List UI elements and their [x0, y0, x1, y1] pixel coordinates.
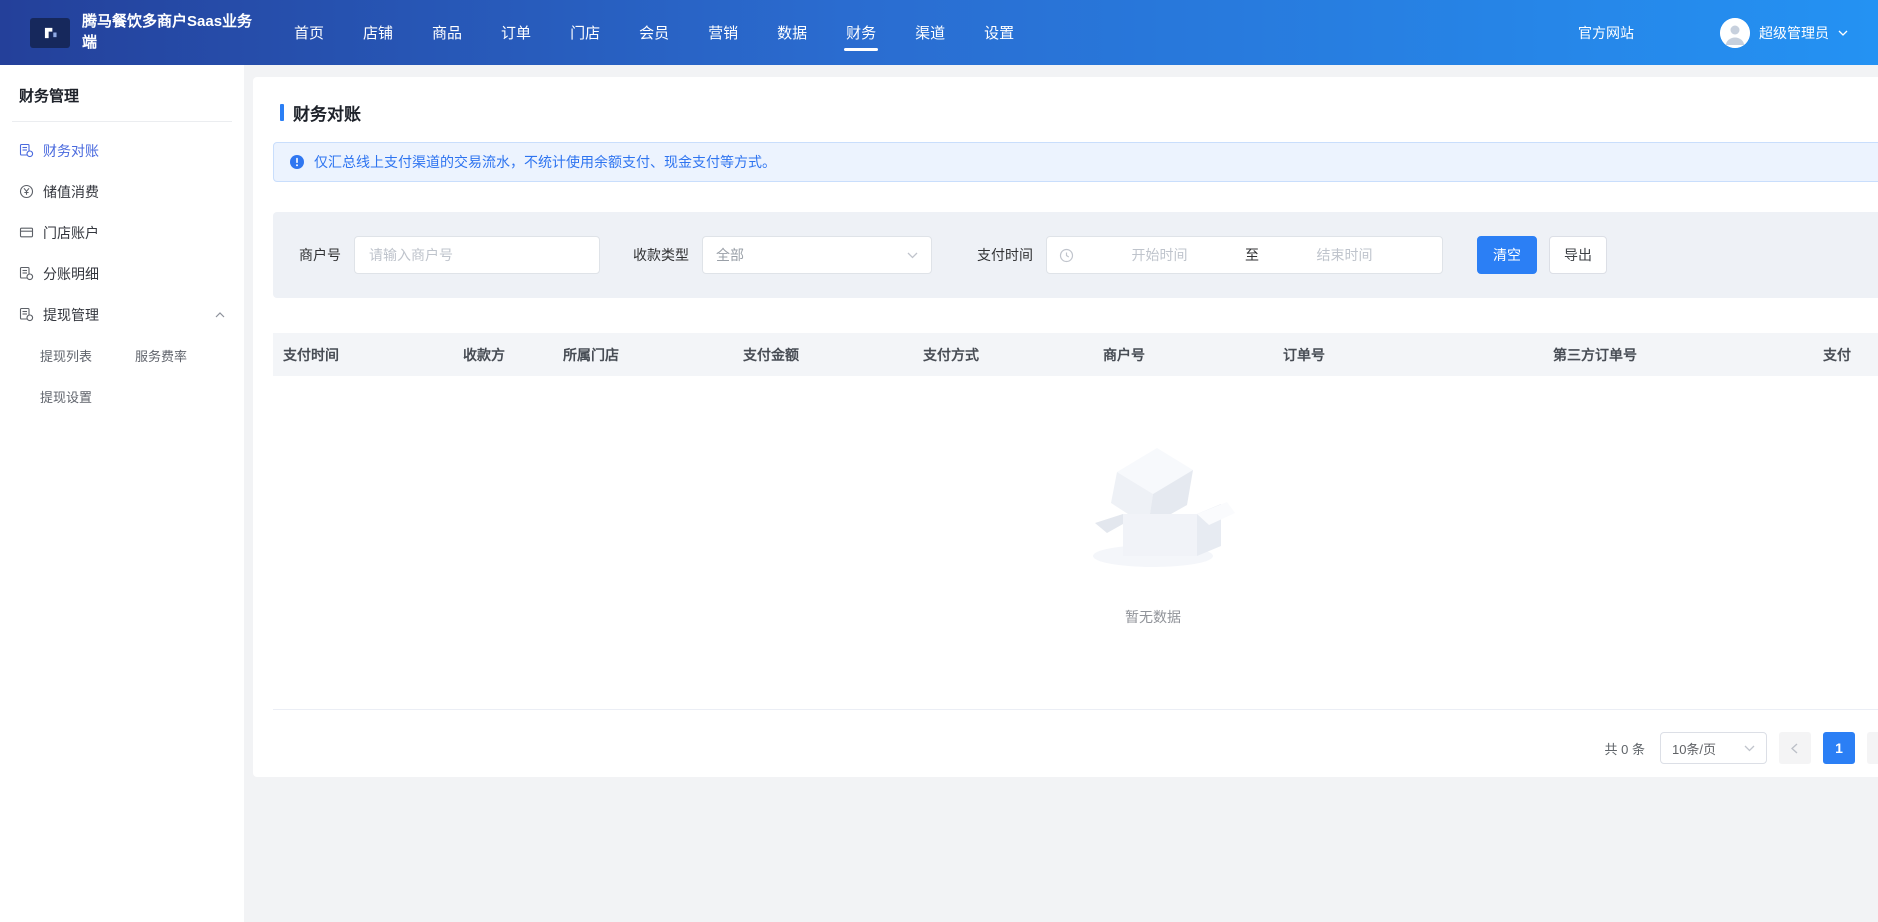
prev-page-button[interactable] — [1779, 732, 1811, 764]
sidebar-item-label: 门店账户 — [43, 223, 99, 243]
sidebar-divider — [12, 121, 232, 122]
info-icon — [289, 154, 305, 170]
table-header-cell: 支付方式 — [913, 345, 1093, 365]
user-menu[interactable]: 超级管理员 — [1720, 18, 1848, 48]
nav-item-channel[interactable]: 渠道 — [915, 0, 945, 65]
content-card: 财务对账 仅汇总线上支付渠道的交易流水，不统计使用余额支付、现金支付等方式。 商… — [253, 77, 1878, 777]
pagination-total: 共 0 条 — [1605, 739, 1645, 758]
table: 支付时间 收款方 所属门店 支付金额 支付方式 商户号 订单号 第三方订单号 支… — [273, 333, 1878, 710]
table-header-cell: 商户号 — [1093, 345, 1273, 365]
type-select[interactable]: 全部 — [702, 236, 932, 274]
table-header-cell: 所属门店 — [553, 345, 733, 365]
nav-item-shop[interactable]: 店铺 — [363, 0, 393, 65]
sidebar-subrow-2: 提现设置 — [0, 376, 244, 417]
type-select-value: 全部 — [716, 245, 744, 265]
official-website-link[interactable]: 官方网站 — [1578, 23, 1634, 43]
date-range-picker[interactable]: 开始时间 至 结束时间 — [1046, 236, 1443, 274]
bank-card-icon — [19, 225, 34, 240]
clock-icon — [1059, 248, 1074, 263]
merchant-input[interactable] — [354, 236, 600, 274]
start-time-placeholder[interactable]: 开始时间 — [1074, 245, 1245, 265]
filter-bar: 商户号 收款类型 全部 支付时间 开始时间 至 — [273, 212, 1878, 298]
empty-box-illustration — [1069, 428, 1237, 573]
sidebar-item-reconciliation[interactable]: 财务对账 — [0, 130, 244, 171]
ledger-coin-icon — [19, 266, 34, 281]
page-size-value: 10条/页 — [1672, 739, 1716, 758]
nav-item-data[interactable]: 数据 — [777, 0, 807, 65]
end-time-placeholder[interactable]: 结束时间 — [1259, 245, 1430, 265]
table-header-cell: 支付金额 — [733, 345, 913, 365]
nav-item-goods[interactable]: 商品 — [432, 0, 462, 65]
merchant-label: 商户号 — [299, 245, 341, 265]
brand-logo-icon — [43, 26, 58, 39]
sidebar-item-label: 财务对账 — [43, 141, 99, 161]
range-separator: 至 — [1245, 245, 1259, 265]
sidebar-item-withdraw-management[interactable]: 提现管理 — [0, 294, 244, 335]
page-title-row: 财务对账 — [280, 100, 1878, 125]
chevron-down-icon — [1838, 30, 1848, 36]
brand-logo — [30, 18, 70, 48]
type-label: 收款类型 — [633, 245, 689, 265]
page-title: 财务对账 — [293, 100, 361, 125]
table-header-row: 支付时间 收款方 所属门店 支付金额 支付方式 商户号 订单号 第三方订单号 支… — [273, 333, 1878, 376]
chevron-down-icon — [907, 252, 918, 259]
sidebar-item-store-account[interactable]: 门店账户 — [0, 212, 244, 253]
table-header-cell: 第三方订单号 — [1543, 345, 1813, 365]
pagination: 共 0 条 10条/页 1 — [273, 732, 1878, 764]
sidebar-item-stored-value[interactable]: 储值消费 — [0, 171, 244, 212]
yen-circle-icon — [19, 184, 34, 199]
nav-item-marketing[interactable]: 营销 — [708, 0, 738, 65]
chevron-down-icon — [1744, 745, 1755, 752]
user-name: 超级管理员 — [1759, 23, 1829, 43]
sidebar-item-label: 储值消费 — [43, 182, 99, 202]
top-menu: 首页 店铺 商品 订单 门店 会员 营销 数据 财务 渠道 设置 — [294, 0, 1014, 65]
sidebar-item-label: 提现管理 — [43, 305, 99, 325]
empty-text: 暂无数据 — [1125, 607, 1181, 627]
table-header-cell: 收款方 — [453, 345, 553, 365]
chevron-left-icon — [1791, 743, 1798, 754]
clear-button[interactable]: 清空 — [1477, 236, 1537, 274]
app-title: 腾马餐饮多商户Saas业务端 — [82, 12, 260, 53]
info-alert: 仅汇总线上支付渠道的交易流水，不统计使用余额支付、现金支付等方式。 — [273, 142, 1878, 182]
table-header-cell: 订单号 — [1273, 345, 1543, 365]
title-accent-bar — [280, 104, 284, 121]
time-label: 支付时间 — [977, 245, 1033, 265]
main-area: 财务对账 仅汇总线上支付渠道的交易流水，不统计使用余额支付、现金支付等方式。 商… — [244, 65, 1878, 922]
nav-item-stores[interactable]: 门店 — [570, 0, 600, 65]
next-page-button[interactable] — [1867, 732, 1878, 764]
sidebar-subitem-withdraw-settings[interactable]: 提现设置 — [40, 387, 92, 406]
alert-text: 仅汇总线上支付渠道的交易流水，不统计使用余额支付、现金支付等方式。 — [314, 152, 776, 172]
avatar — [1720, 18, 1750, 48]
table-header-cell: 支付时间 — [273, 345, 453, 365]
nav-item-orders[interactable]: 订单 — [501, 0, 531, 65]
table-header-cell: 支付 — [1813, 345, 1878, 365]
ledger-coin-icon — [19, 307, 34, 322]
sidebar: 财务管理 财务对账 储值消费 — [0, 65, 244, 922]
sidebar-subitem-service-rate[interactable]: 服务费率 — [135, 346, 187, 365]
nav-item-home[interactable]: 首页 — [294, 0, 324, 65]
ledger-coin-icon — [19, 143, 34, 158]
nav-item-members[interactable]: 会员 — [639, 0, 669, 65]
sidebar-item-split-detail[interactable]: 分账明细 — [0, 253, 244, 294]
sidebar-subrow-1: 提现列表 服务费率 — [0, 335, 244, 376]
page-number-1[interactable]: 1 — [1823, 732, 1855, 764]
nav-item-settings[interactable]: 设置 — [984, 0, 1014, 65]
sidebar-subitem-withdraw-list[interactable]: 提现列表 — [40, 346, 92, 365]
user-avatar-icon — [1720, 18, 1750, 48]
table-empty-state: 暂无数据 — [273, 376, 1878, 710]
page-size-select[interactable]: 10条/页 — [1660, 732, 1767, 764]
nav-right-area: 官方网站 超级管理员 — [1578, 18, 1848, 48]
chevron-up-icon[interactable] — [215, 312, 225, 318]
top-navbar: 腾马餐饮多商户Saas业务端 首页 店铺 商品 订单 门店 会员 营销 数据 财… — [0, 0, 1878, 65]
sidebar-title: 财务管理 — [0, 85, 244, 106]
export-button[interactable]: 导出 — [1549, 236, 1607, 274]
sidebar-item-label: 分账明细 — [43, 264, 99, 284]
nav-item-finance[interactable]: 财务 — [846, 0, 876, 65]
